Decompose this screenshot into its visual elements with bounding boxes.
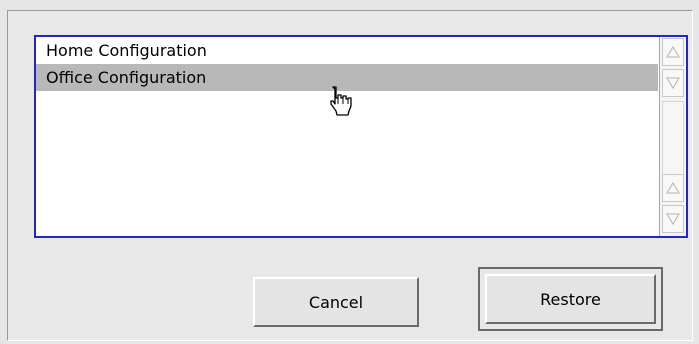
scroll-page-down-button[interactable] bbox=[662, 205, 684, 233]
triangle-down-icon bbox=[666, 77, 680, 89]
scroll-page-up-button[interactable] bbox=[662, 174, 684, 202]
restore-button-label: Restore bbox=[540, 289, 601, 309]
cancel-button-label: Cancel bbox=[308, 292, 364, 312]
scroll-up-button[interactable] bbox=[662, 38, 684, 66]
configuration-list-area: Home Configuration Office Configuration bbox=[36, 37, 658, 236]
scroll-track[interactable] bbox=[662, 101, 684, 177]
cancel-button[interactable]: Cancel bbox=[253, 277, 419, 327]
scroll-down-button[interactable] bbox=[662, 69, 684, 97]
triangle-down-icon bbox=[666, 213, 680, 225]
vertical-scrollbar[interactable] bbox=[659, 37, 686, 236]
triangle-up-icon bbox=[666, 182, 680, 194]
configuration-list[interactable]: Home Configuration Office Configuration bbox=[34, 35, 688, 238]
list-item-home-configuration[interactable]: Home Configuration bbox=[36, 37, 658, 64]
restore-button[interactable]: Restore bbox=[485, 274, 656, 324]
triangle-up-icon bbox=[666, 46, 680, 58]
hand-pointer-icon bbox=[330, 86, 352, 116]
